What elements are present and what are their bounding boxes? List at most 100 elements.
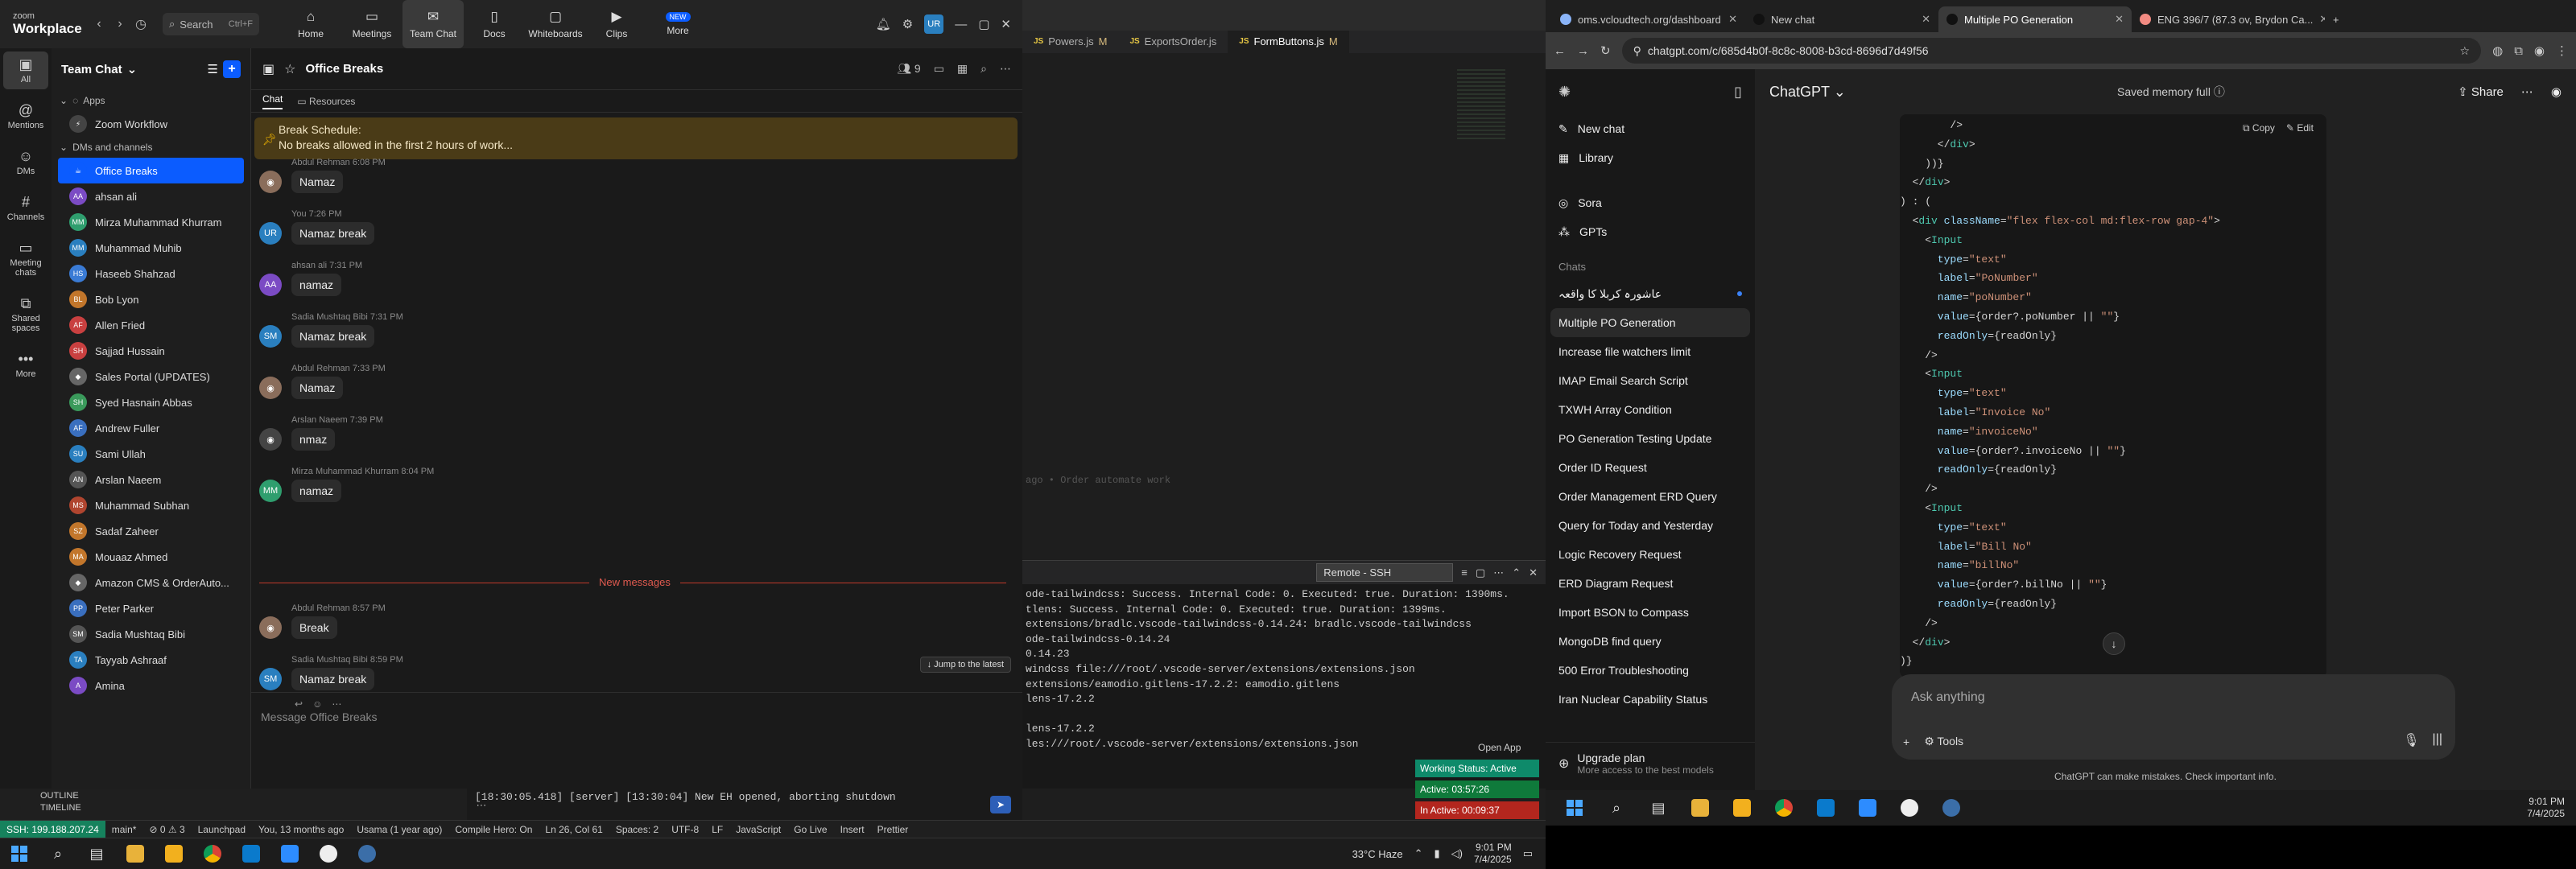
task-view-icon[interactable]: ▤ [77, 838, 116, 869]
contact-list-item[interactable]: MA Mouaaz Ahmed [52, 544, 250, 570]
more-options-icon[interactable]: ⋯ [2521, 84, 2533, 99]
contact-list-item[interactable]: SZ Sadaf Zaheer [52, 518, 250, 544]
browser-tab[interactable]: ENG 396/7 (87.3 ov, Brydon Ca... ✕ [2132, 6, 2325, 32]
sender-name[interactable]: You [291, 209, 307, 219]
members-count[interactable]: 👥︎ 9 [897, 62, 920, 76]
chat-history-item[interactable]: Logic Recovery Request [1546, 540, 1755, 569]
send-button[interactable]: ➤ [990, 796, 1011, 813]
prompt-input[interactable]: Ask anything [1911, 690, 1985, 705]
chat-history-item[interactable]: Increase file watchers limit [1546, 337, 1755, 366]
sidebar-item-library[interactable]: ▦ Library [1546, 143, 1755, 172]
github-desktop-icon[interactable] [1890, 793, 1929, 824]
windows-start-icon[interactable] [1555, 793, 1594, 824]
store-icon[interactable] [1723, 793, 1761, 824]
status-item[interactable]: Launchpad [192, 824, 252, 835]
volume-icon[interactable]: ◁) [1451, 847, 1463, 860]
lock-icon[interactable]: ▢ [1476, 566, 1485, 579]
chat-history-item[interactable]: ERD Diagram Request [1546, 569, 1755, 598]
close-tab-icon[interactable]: ✕ [2115, 13, 2124, 26]
sidebar-item-sora[interactable]: ◎ Sora [1546, 188, 1755, 217]
windows-start-icon[interactable] [0, 838, 39, 869]
sender-avatar[interactable]: SM [259, 668, 282, 690]
chat-title[interactable]: Office Breaks [305, 62, 383, 76]
close-tab-icon[interactable]: ✕ [1922, 13, 1930, 26]
filter-icon[interactable]: ☰ [208, 62, 218, 76]
contact-list-item[interactable]: PP Peter Parker [52, 595, 250, 621]
chat-history-item[interactable]: TXWH Array Condition [1546, 395, 1755, 424]
store-icon[interactable] [155, 838, 193, 869]
contact-list-item[interactable]: SH Syed Hasnain Abbas [52, 389, 250, 415]
address-bar[interactable]: ⚲ chatgpt.com/c/685d4b0f-8c8c-8008-b3cd-… [1621, 38, 2482, 64]
chat-history-item[interactable]: Order Management ERD Query [1546, 482, 1755, 511]
chat-history-item[interactable]: IMAP Email Search Script [1546, 366, 1755, 395]
rail-all[interactable]: ▣ All [3, 51, 48, 89]
status-item[interactable]: Prettier [871, 824, 915, 835]
rail-dms[interactable]: ☺ DMs [3, 143, 48, 181]
list-item-zoom-workflow[interactable]: ⚡ Zoom Workflow [52, 111, 250, 137]
rail-meeting-chats[interactable]: ▭ Meeting chats [3, 235, 48, 282]
sender-name[interactable]: Mirza Muhammad Khurram [291, 467, 398, 476]
sender-avatar[interactable]: ◉ [259, 428, 282, 451]
video-call-icon[interactable]: ▭ [934, 62, 944, 76]
contact-list-item[interactable]: TA Tayyab Ashraaf [52, 647, 250, 673]
chat-history-item[interactable]: MongoDB find query [1546, 627, 1755, 656]
profile-icon[interactable]: ◉ [2534, 43, 2545, 58]
close-icon[interactable]: ✕ [1001, 17, 1011, 31]
sender-name[interactable]: Abdul Rehman [291, 603, 350, 613]
app-icon[interactable] [1932, 793, 1971, 824]
tray-chevron-icon[interactable]: ⌃ [1414, 847, 1423, 860]
status-item[interactable]: Usama (1 year ago) [350, 824, 448, 835]
vscode-icon[interactable] [1806, 793, 1845, 824]
tab-whiteboards[interactable]: ▢ Whiteboards [525, 0, 586, 48]
terminal-output[interactable]: ode-tailwindcss: Success. Internal Code:… [1022, 584, 1546, 789]
prompt-composer[interactable]: Ask anything + ⚙ Tools 🎙︎ ||| [1892, 674, 2455, 760]
tab-more[interactable]: NEW More [647, 0, 708, 48]
contact-list-item[interactable]: ☕ Office Breaks [58, 158, 244, 183]
minimap[interactable] [1457, 69, 1505, 142]
sender-name[interactable]: Arslan Naeem [291, 415, 348, 425]
sender-avatar[interactable]: MM [259, 480, 282, 502]
pinned-message-banner[interactable]: 📌︎ Break Schedule: No breaks allowed in … [254, 117, 1018, 159]
sidebar-item-new-chat[interactable]: ✎ New chat [1546, 114, 1755, 143]
close-tab-icon[interactable]: ✕ [1728, 13, 1737, 26]
status-item[interactable]: Insert [834, 824, 871, 835]
chrome-icon[interactable] [1765, 793, 1803, 824]
chrome-menu-icon[interactable]: ⋮ [2556, 43, 2568, 58]
sender-avatar[interactable]: ◉ [259, 377, 282, 399]
chat-history-item[interactable]: Query for Today and Yesterday [1546, 511, 1755, 540]
user-avatar[interactable]: UR [924, 14, 944, 34]
new-tab-button[interactable]: + [2325, 6, 2357, 32]
timeline-section[interactable]: TIMELINE [0, 801, 467, 813]
maximize-icon[interactable]: ▢ [978, 17, 989, 31]
account-avatar[interactable]: ◉ [2551, 84, 2562, 99]
voice-mode-icon[interactable]: ||| [2433, 732, 2442, 748]
chat-history-item[interactable]: Iran Nuclear Capability Status [1546, 685, 1755, 714]
app-icon[interactable] [348, 838, 386, 869]
tab-team-chat[interactable]: ✉ Team Chat [402, 0, 464, 48]
memory-status[interactable]: Saved memory full ⓘ [2117, 84, 2225, 100]
message-bubble[interactable]: Namaz break [291, 325, 375, 348]
rail-shared-spaces[interactable]: ⧉ Shared spaces [3, 290, 48, 338]
tools-button[interactable]: ⚙ Tools [1924, 735, 1963, 748]
message-bubble[interactable]: Namaz break [291, 222, 375, 245]
vscode-icon[interactable] [232, 838, 270, 869]
mic-icon[interactable]: 🎙︎ [2403, 732, 2419, 748]
contact-list-item[interactable]: MS Muhammad Subhan [52, 492, 250, 518]
contact-list-item[interactable]: ◆ Amazon CMS & OrderAuto... [52, 570, 250, 595]
chrome-icon[interactable] [193, 838, 232, 869]
tab-meetings[interactable]: ▭ Meetings [341, 0, 402, 48]
toggle-sidebar-icon[interactable]: ▯ [1734, 84, 1742, 101]
message-input[interactable]: Message Office Breaks [261, 710, 377, 723]
vscode-editor[interactable]: ago • Order automate work [1022, 53, 1546, 560]
browser-tab[interactable]: New chat ✕ [1745, 6, 1938, 32]
browser-tab[interactable]: oms.vcloudtech.org/dashboard ✕ [1552, 6, 1745, 32]
contact-list-item[interactable]: MM Mirza Muhammad Khurram [52, 209, 250, 235]
search-icon[interactable]: ⌕ [39, 838, 77, 869]
file-explorer-icon[interactable] [1681, 793, 1719, 824]
contact-list-item[interactable]: HS Haseeb Shahzad [52, 261, 250, 286]
task-view-icon[interactable]: ▤ [1639, 793, 1678, 824]
new-chat-plus-button[interactable]: + [223, 60, 241, 78]
rail-mentions[interactable]: @ Mentions [3, 97, 48, 135]
chat-history-item[interactable]: Order ID Request [1546, 453, 1755, 482]
tab-docs[interactable]: ▯ Docs [464, 0, 525, 48]
